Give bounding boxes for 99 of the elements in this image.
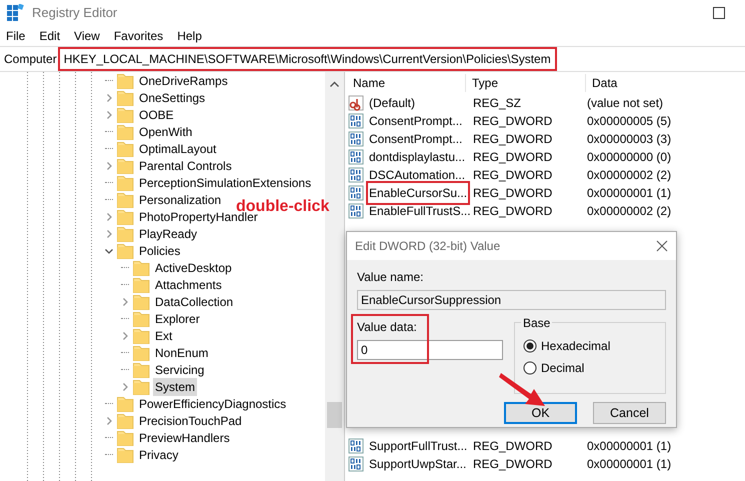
value-type: REG_SZ — [472, 95, 522, 112]
binary-value-icon — [348, 131, 364, 147]
scrollbar-thumb[interactable] — [327, 402, 342, 428]
folder-icon — [133, 259, 150, 276]
folder-icon — [133, 344, 150, 361]
column-header[interactable]: Data — [585, 74, 745, 92]
tree-item[interactable]: Explorer — [153, 310, 202, 328]
value-type: REG_DWORD — [472, 167, 554, 184]
tree-item[interactable]: PlayReady — [137, 224, 200, 242]
folder-icon — [117, 123, 134, 140]
tree-item[interactable]: Ext — [153, 326, 174, 344]
tree-item[interactable]: PowerEfficiencyDiagnostics — [137, 394, 288, 412]
registry-icon — [6, 4, 24, 22]
address-label: Computer — [4, 51, 57, 68]
value-data: 0x00000003 (3) — [586, 131, 672, 148]
close-icon[interactable] — [656, 240, 668, 252]
value-type: REG_DWORD — [472, 185, 554, 202]
folder-icon — [117, 157, 134, 174]
folder-icon — [133, 310, 150, 327]
tree-item[interactable]: System — [153, 378, 198, 396]
field-label: Value name: — [357, 269, 424, 286]
dialog-title: Edit DWORD (32-bit) Value — [355, 238, 500, 255]
binary-value-icon — [348, 113, 364, 129]
folder-icon — [117, 225, 134, 242]
binary-value-icon — [348, 438, 364, 454]
folder-icon — [117, 89, 134, 106]
value-data-field[interactable]: 0 — [357, 340, 503, 360]
folder-icon — [117, 72, 134, 89]
maximize-icon — [713, 7, 725, 19]
value-data: 0x00000001 (1) — [586, 456, 672, 473]
value-data: 0x00000001 (1) — [586, 438, 672, 455]
tree-item[interactable]: PreviewHandlers — [137, 428, 232, 446]
value-type: REG_DWORD — [472, 456, 554, 473]
binary-value-icon — [348, 149, 364, 165]
value-name[interactable]: EnableCursorSu... — [366, 181, 470, 205]
folder-icon — [117, 242, 134, 259]
value-data: 0x00000002 (2) — [586, 167, 672, 184]
binary-value-icon — [348, 167, 364, 183]
folder-icon — [133, 276, 150, 293]
radio-label[interactable]: Decimal — [541, 359, 584, 377]
menu-item[interactable]: Edit — [39, 27, 60, 45]
folder-icon — [133, 293, 150, 310]
radio-button[interactable] — [523, 339, 537, 353]
folder-icon — [133, 378, 150, 395]
menu-item[interactable]: Favorites — [114, 27, 164, 45]
scroll-up-icon[interactable] — [329, 80, 340, 90]
folder-icon — [117, 446, 134, 463]
tree-item[interactable]: Parental Controls — [137, 156, 234, 174]
column-header[interactable]: Type — [465, 74, 585, 92]
folder-icon — [133, 327, 150, 344]
binary-value-icon — [348, 456, 364, 472]
radio-button[interactable] — [523, 361, 537, 375]
folder-icon — [117, 106, 134, 123]
value-data: 0x00000001 (1) — [586, 185, 672, 202]
value-data: 0x00000000 (0) — [586, 149, 672, 166]
menu-item[interactable]: File — [6, 27, 26, 45]
radio-label[interactable]: Hexadecimal — [541, 337, 610, 355]
tree-item[interactable]: Policies — [137, 242, 182, 260]
tree-item[interactable]: DataCollection — [153, 292, 236, 310]
folder-icon — [117, 429, 134, 446]
value-data: 0x00000005 (5) — [586, 113, 672, 130]
tree-item[interactable]: Attachments — [153, 276, 224, 294]
cancel-button[interactable]: Cancel — [593, 402, 666, 424]
tree-item[interactable]: Privacy — [137, 446, 180, 464]
tree-item[interactable]: Personalization — [137, 190, 224, 208]
menu-item[interactable]: View — [74, 27, 100, 45]
tree-item[interactable]: OptimalLayout — [137, 140, 218, 158]
tree-item[interactable]: PerceptionSimulationExtensions — [137, 174, 314, 192]
folder-icon — [133, 361, 150, 378]
tree-item[interactable]: OneSettings — [137, 88, 208, 106]
folder-icon — [117, 140, 134, 157]
value-type: REG_DWORD — [472, 113, 554, 130]
value-type: REG_DWORD — [472, 131, 554, 148]
tree-item[interactable]: NonEnum — [153, 344, 210, 362]
value-type: REG_DWORD — [472, 438, 554, 455]
tree-item[interactable]: Servicing — [153, 360, 206, 378]
value-type: REG_DWORD — [472, 149, 554, 166]
value-data: 0x00000002 (2) — [586, 203, 672, 220]
value-data: (value not set) — [586, 95, 664, 112]
folder-icon — [117, 412, 134, 429]
binary-value-icon — [348, 185, 364, 201]
folder-icon — [117, 208, 134, 225]
string-value-icon — [348, 95, 364, 111]
value-name-field[interactable]: EnableCursorSuppression — [357, 290, 666, 310]
column-header[interactable]: Name — [345, 74, 465, 92]
folder-icon — [117, 191, 134, 208]
folder-icon — [117, 395, 134, 412]
address-path[interactable]: HKEY_LOCAL_MACHINE\SOFTWARE\Microsoft\Windows\CurrentVersion\Policies\System — [58, 47, 557, 71]
tree-item[interactable]: PrecisionTouchPad — [137, 412, 244, 430]
binary-value-icon — [348, 203, 364, 219]
window-title: Registry Editor — [32, 4, 118, 22]
folder-icon — [117, 174, 134, 191]
tree-item[interactable]: ActiveDesktop — [153, 258, 234, 276]
tree-item[interactable]: OOBE — [137, 106, 176, 124]
menu-item[interactable]: Help — [177, 27, 202, 45]
ok-button[interactable]: OK — [504, 402, 577, 424]
tree-item[interactable]: OpenWith — [137, 122, 194, 140]
tree-item[interactable]: OneDriveRamps — [137, 72, 230, 90]
field-label: Value data: — [357, 319, 418, 336]
